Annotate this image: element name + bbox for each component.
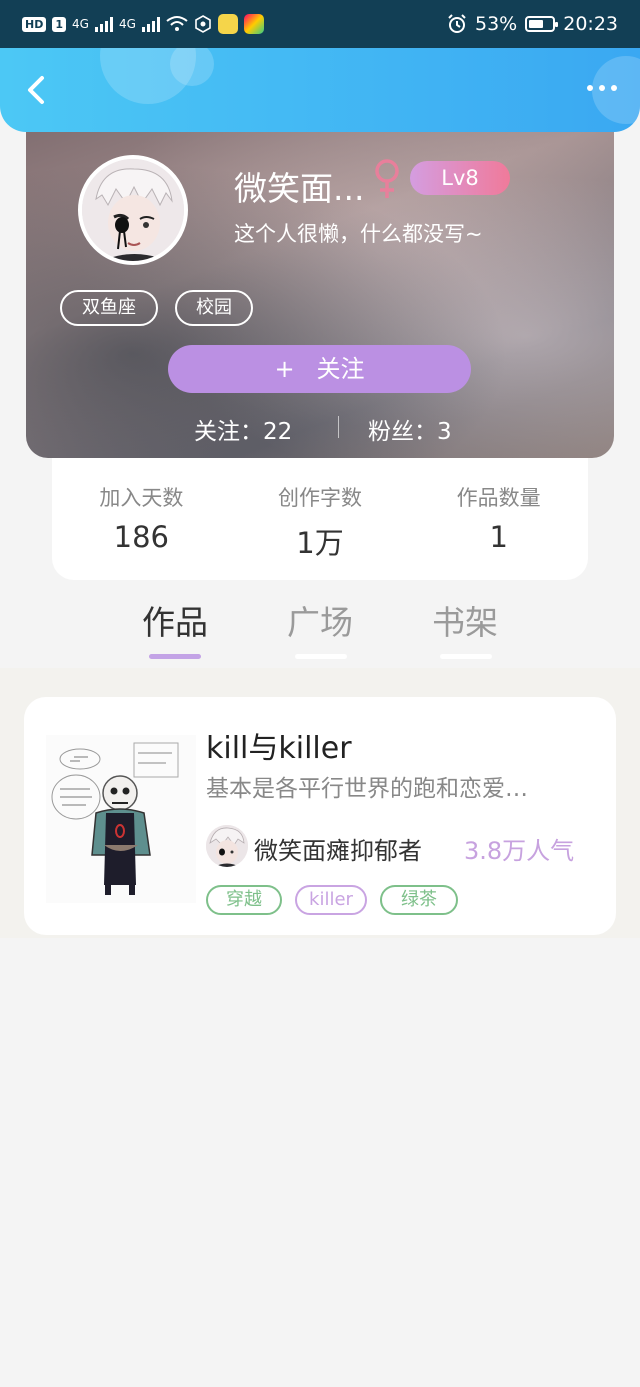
network-type-2: 4G	[118, 17, 136, 31]
alarm-icon	[448, 14, 466, 33]
work-tag[interactable]: 穿越	[206, 885, 282, 915]
work-title: kill与killer	[206, 731, 352, 766]
level-badge: Lv8	[410, 161, 510, 195]
stat-divider	[338, 416, 339, 438]
tab-bookshelf-underline	[440, 654, 492, 659]
profile-tag[interactable]: 双鱼座	[60, 290, 158, 326]
work-description: 基本是各平行世界的跑和恋爱…	[206, 776, 528, 802]
tab-square-underline	[295, 654, 347, 659]
app-notification-icon-2	[243, 14, 264, 34]
hd-badge: HD	[22, 16, 47, 32]
stat-value: 186	[113, 520, 170, 554]
signal-icon	[94, 16, 113, 32]
fans-count[interactable]: 粉丝：3	[368, 412, 452, 446]
popularity-count: 3.8万人气	[464, 837, 575, 865]
stat-join-days: 加入天数 186	[52, 458, 231, 580]
chevron-left-icon[interactable]	[18, 70, 58, 110]
stat-label: 创作字数	[278, 486, 362, 510]
female-icon	[375, 159, 399, 198]
network-type-1: 4G	[72, 17, 89, 31]
tab-works[interactable]: 作品	[130, 596, 220, 644]
stat-value: 1	[489, 520, 508, 554]
status-left: HD 1 4G 4G	[22, 14, 264, 34]
status-bar: HD 1 4G 4G 53% 20:23	[0, 0, 640, 48]
work-tag[interactable]: 绿茶	[380, 885, 458, 915]
work-tag[interactable]: killer	[295, 885, 367, 915]
avatar-illustration	[82, 159, 184, 261]
follow-button[interactable]: + 关注	[168, 345, 471, 393]
profile-tag[interactable]: 校园	[175, 290, 253, 326]
status-right: 53% 20:23	[447, 13, 618, 35]
author-avatar-image	[206, 825, 248, 867]
cover-illustration	[46, 735, 196, 903]
author-stats-card: 加入天数 186 创作字数 1万 作品数量 1	[52, 458, 588, 580]
stat-label: 加入天数	[99, 486, 184, 510]
stat-value: 1万	[296, 526, 344, 560]
stat-word-count: 创作字数 1万	[231, 458, 410, 580]
signal-icon-2	[141, 16, 160, 32]
sim-badge: 1	[52, 16, 66, 32]
profile-header-card: 微笑面... Lv8 这个人很懒，什么都没写~ 双鱼座 校园 + 关注 关注：22…	[26, 110, 614, 458]
nickname: 微笑面...	[234, 169, 365, 208]
follow-button-label: 关注	[316, 355, 365, 383]
tab-works-underline	[149, 654, 201, 659]
tab-bookshelf[interactable]: 书架	[420, 596, 510, 644]
battery-icon	[525, 16, 559, 32]
decorative-bubble	[170, 48, 214, 86]
bio-text: 这个人很懒，什么都没写~	[234, 222, 483, 246]
work-card[interactable]: kill与killer 基本是各平行世界的跑和恋爱… 微笑面瘫抑郁者 3.8万人…	[24, 697, 616, 935]
avatar[interactable]	[78, 155, 188, 265]
clock: 20:23	[563, 13, 618, 35]
author-avatar	[206, 825, 248, 867]
stat-works-count: 作品数量 1	[409, 458, 588, 580]
top-app-bar	[0, 48, 640, 132]
author-name: 微笑面瘫抑郁者	[254, 837, 422, 865]
app-notification-icon	[217, 14, 238, 34]
battery-percent: 53%	[475, 13, 518, 35]
work-cover-image	[46, 735, 196, 903]
tab-square[interactable]: 广场	[275, 596, 365, 644]
following-count[interactable]: 关注：22	[194, 412, 292, 446]
more-dots-icon[interactable]	[582, 78, 622, 98]
wifi-icon	[166, 16, 188, 31]
plus-icon: +	[274, 355, 295, 383]
stat-label: 作品数量	[456, 486, 541, 510]
nfc-icon	[195, 15, 211, 33]
